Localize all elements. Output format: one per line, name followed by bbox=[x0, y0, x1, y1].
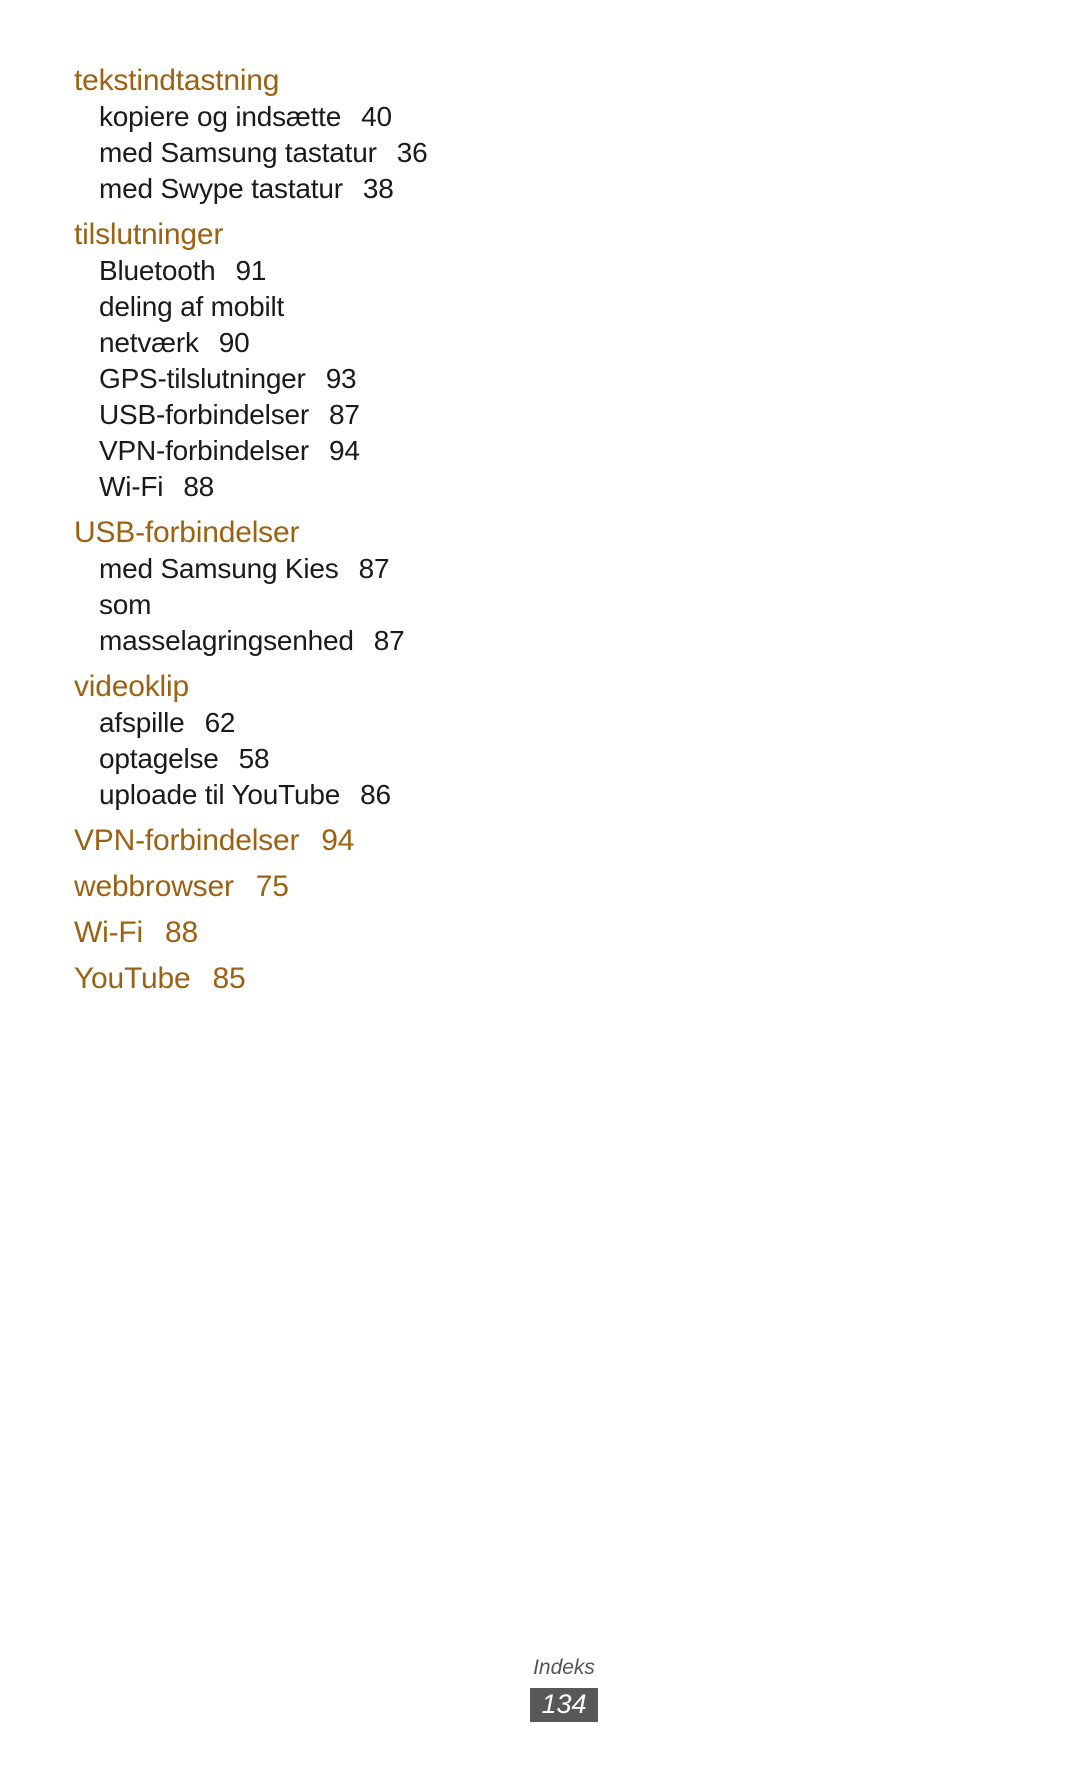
index-entry-page: 36 bbox=[396, 137, 428, 168]
index-entry[interactable]: GPS-tilslutninger 93 bbox=[74, 361, 494, 397]
index-group: tilslutninger Bluetooth 91 deling af mobi… bbox=[74, 217, 494, 505]
index-entry-page: 87 bbox=[329, 399, 360, 430]
index-entry-page: 58 bbox=[238, 743, 270, 774]
index-entry-label: Wi-Fi bbox=[99, 471, 164, 502]
index-group-heading-label: VPN-forbindelser bbox=[74, 824, 300, 857]
index-group: tekstindtastning kopiere og indsætte 40 m… bbox=[74, 63, 494, 207]
index-group-heading-label: webbrowser bbox=[74, 870, 234, 903]
index-entry[interactable]: optagelse 58 bbox=[74, 741, 494, 777]
index-entry-page: 90 bbox=[218, 327, 250, 358]
index-group-heading-label: videoklip bbox=[74, 670, 189, 703]
index-entry-page: 40 bbox=[361, 101, 392, 132]
index-entry-page: 62 bbox=[204, 707, 236, 738]
index-entry-page: 93 bbox=[325, 363, 357, 394]
index-group-heading[interactable]: videoklip bbox=[74, 669, 494, 705]
index-group-heading[interactable]: tekstindtastning bbox=[74, 63, 494, 99]
index-entry-page: 87 bbox=[373, 625, 405, 656]
index-entry-label: afspille bbox=[99, 707, 185, 738]
page-footer: Indeks 134 bbox=[0, 1655, 1080, 1722]
index-entry-label: med Samsung Kies bbox=[99, 553, 339, 584]
index-page: tekstindtastning kopiere og indsætte 40 m… bbox=[0, 0, 1080, 1771]
index-entry-label: GPS-tilslutninger bbox=[99, 363, 306, 394]
index-entry-label: USB-forbindelser bbox=[99, 399, 309, 430]
index-group-entries: med Samsung Kies 87 som masselagringsenhe… bbox=[74, 551, 494, 659]
index-entry-page: 38 bbox=[362, 173, 394, 204]
index-entry-label: optagelse bbox=[99, 743, 219, 774]
index-entry[interactable]: med Samsung tastatur 36 bbox=[74, 135, 494, 171]
index-entry-label: kopiere og indsætte bbox=[99, 101, 342, 132]
index-group-heading-label: tilslutninger bbox=[74, 218, 224, 251]
index-entry[interactable]: Wi-Fi 88 bbox=[74, 469, 494, 505]
index-entry-page: 86 bbox=[360, 779, 391, 810]
index-entry-label: med Swype tastatur bbox=[99, 173, 343, 204]
index-group-heading-label: YouTube bbox=[74, 962, 191, 995]
index-entry[interactable]: deling af mobilt netværk 90 bbox=[74, 289, 494, 361]
index-group-heading-page: 94 bbox=[321, 824, 355, 857]
index-entry-label-continuation: masselagringsenhed 87 bbox=[99, 623, 494, 659]
index-group: YouTube 85 bbox=[74, 961, 494, 997]
footer-section-label: Indeks bbox=[533, 1656, 595, 1679]
index-entry[interactable]: afspille 62 bbox=[74, 705, 494, 741]
index-group-heading-label: Wi-Fi bbox=[74, 916, 143, 949]
index-entry-page: 91 bbox=[235, 255, 267, 286]
index-entry-label: som bbox=[99, 589, 152, 620]
index-group-heading-page: 88 bbox=[164, 916, 198, 949]
index-group: webbrowser 75 bbox=[74, 869, 494, 905]
index-group-entries: afspille 62 optagelse 58 uploade til YouTu… bbox=[74, 705, 494, 813]
index-entry-label: VPN-forbindelser bbox=[99, 435, 309, 466]
index-group-heading-page: 75 bbox=[255, 870, 289, 903]
index-entry[interactable]: med Swype tastatur 38 bbox=[74, 171, 494, 207]
index-entry-page: 87 bbox=[358, 553, 390, 584]
index-entry[interactable]: som masselagringsenhed 87 bbox=[74, 587, 494, 659]
index-entry-label-continuation: netværk 90 bbox=[99, 325, 494, 361]
index-entry-label: uploade til YouTube bbox=[99, 779, 341, 810]
index-group-entries: Bluetooth 91 deling af mobilt netværk 90 G… bbox=[74, 253, 494, 505]
index-group: Wi-Fi 88 bbox=[74, 915, 494, 951]
index-group: videoklip afspille 62 optagelse 58 uploade… bbox=[74, 669, 494, 813]
index-entry[interactable]: uploade til YouTube 86 bbox=[74, 777, 494, 813]
index-group-heading[interactable]: VPN-forbindelser 94 bbox=[74, 823, 494, 859]
index-entry-label: med Samsung tastatur bbox=[99, 137, 377, 168]
index-entry-list: tekstindtastning kopiere og indsætte 40 m… bbox=[74, 63, 494, 997]
index-group-heading[interactable]: YouTube 85 bbox=[74, 961, 494, 997]
index-group-heading[interactable]: USB-forbindelser bbox=[74, 515, 494, 551]
index-group-heading[interactable]: tilslutninger bbox=[74, 217, 494, 253]
index-group-heading-label: USB-forbindelser bbox=[74, 516, 300, 549]
index-entry[interactable]: VPN-forbindelser 94 bbox=[74, 433, 494, 469]
index-group-entries: kopiere og indsætte 40 med Samsung tastat… bbox=[74, 99, 494, 207]
index-entry[interactable]: USB-forbindelser 87 bbox=[74, 397, 494, 433]
index-group-heading[interactable]: Wi-Fi 88 bbox=[74, 915, 494, 951]
index-entry-label-wrap: masselagringsenhed bbox=[99, 625, 354, 656]
index-group: USB-forbindelser med Samsung Kies 87 som … bbox=[74, 515, 494, 659]
index-group-heading-page: 85 bbox=[212, 962, 246, 995]
index-entry-label: deling af mobilt bbox=[99, 291, 285, 322]
index-group: VPN-forbindelser 94 bbox=[74, 823, 494, 859]
index-entry-page: 88 bbox=[183, 471, 215, 502]
footer-page-number: 134 bbox=[530, 1688, 598, 1722]
index-group-heading[interactable]: webbrowser 75 bbox=[74, 869, 494, 905]
index-entry[interactable]: kopiere og indsætte 40 bbox=[74, 99, 494, 135]
index-entry-label-wrap: netværk bbox=[99, 327, 199, 358]
index-entry-label: Bluetooth bbox=[99, 255, 216, 286]
index-entry[interactable]: med Samsung Kies 87 bbox=[74, 551, 494, 587]
index-entry-page: 94 bbox=[329, 435, 360, 466]
index-entry[interactable]: Bluetooth 91 bbox=[74, 253, 494, 289]
index-group-heading-label: tekstindtastning bbox=[74, 64, 280, 97]
